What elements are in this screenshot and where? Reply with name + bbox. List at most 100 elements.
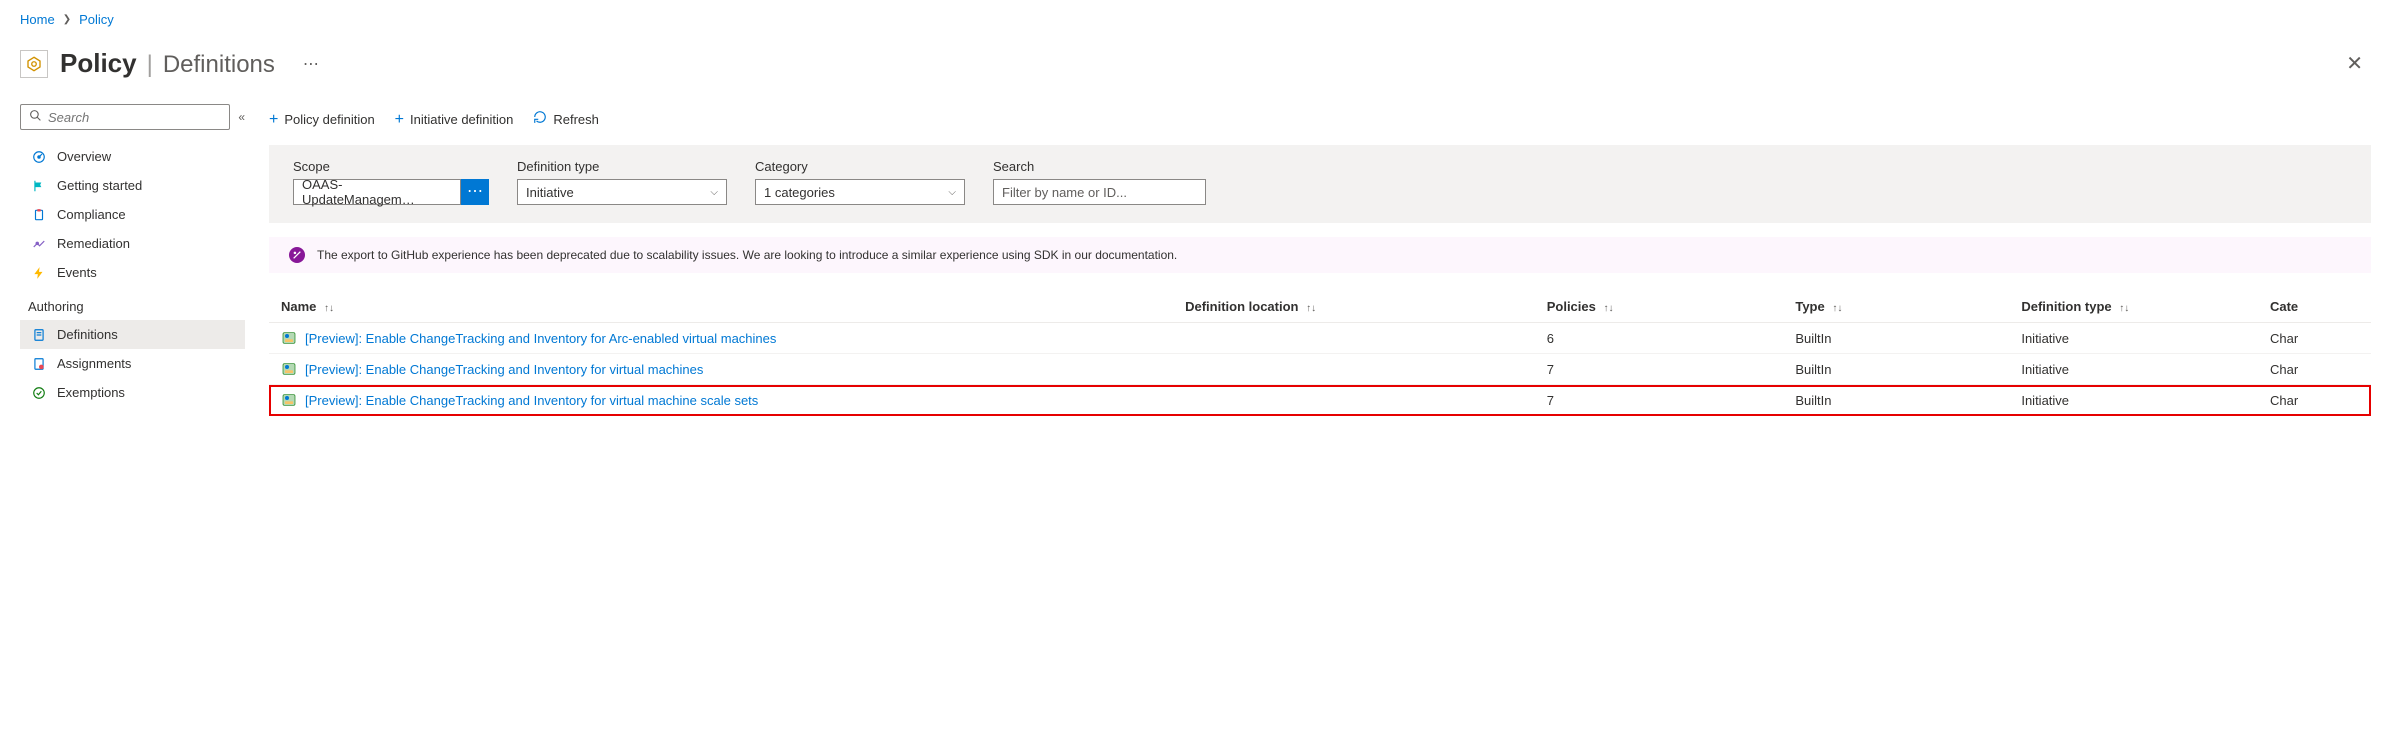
definition-type-selector[interactable]: Initiative ⌵ bbox=[517, 179, 727, 205]
sidebar-item-compliance[interactable]: Compliance bbox=[20, 200, 245, 229]
sidebar-item-definitions[interactable]: Definitions bbox=[20, 320, 245, 349]
table-row[interactable]: [Preview]: Enable ChangeTracking and Inv… bbox=[269, 323, 2371, 354]
breadcrumb-home[interactable]: Home bbox=[20, 12, 55, 27]
sidebar: « Overview Getting started Compliance bbox=[20, 104, 245, 416]
definition-name-link[interactable]: [Preview]: Enable ChangeTracking and Inv… bbox=[305, 331, 776, 346]
filter-deftype-label: Definition type bbox=[517, 159, 727, 174]
sidebar-search[interactable] bbox=[20, 104, 230, 130]
toolbar: + Policy definition + Initiative definit… bbox=[269, 104, 2371, 145]
banner-text: The export to GitHub experience has been… bbox=[317, 248, 1177, 262]
chevron-right-icon: ❯ bbox=[63, 14, 71, 25]
toolbar-label: Initiative definition bbox=[410, 112, 513, 127]
scope-selector[interactable]: OAAS-UpdateManagem… bbox=[293, 179, 461, 205]
cell-deftype: Initiative bbox=[2009, 385, 2258, 416]
sort-icon: ↑↓ bbox=[1832, 303, 1842, 314]
filter-scope-label: Scope bbox=[293, 159, 489, 174]
sort-icon: ↑↓ bbox=[1306, 303, 1316, 314]
filter-category-label: Category bbox=[755, 159, 965, 174]
cell-location bbox=[1173, 385, 1535, 416]
sidebar-item-label: Exemptions bbox=[57, 385, 125, 400]
column-header-location[interactable]: Definition location ↑↓ bbox=[1173, 291, 1535, 323]
category-selector[interactable]: 1 categories ⌵ bbox=[755, 179, 965, 205]
cell-location bbox=[1173, 354, 1535, 385]
sidebar-item-label: Assignments bbox=[57, 356, 131, 371]
cell-type: BuiltIn bbox=[1783, 323, 2009, 354]
cell-location bbox=[1173, 323, 1535, 354]
initiative-icon bbox=[281, 330, 297, 346]
sidebar-item-label: Remediation bbox=[57, 236, 130, 251]
cell-policies: 6 bbox=[1535, 323, 1784, 354]
sidebar-item-overview[interactable]: Overview bbox=[20, 142, 245, 171]
filter-bar: Scope OAAS-UpdateManagem… ⋯ Definition t… bbox=[269, 145, 2371, 223]
cell-policies: 7 bbox=[1535, 385, 1784, 416]
table-row[interactable]: [Preview]: Enable ChangeTracking and Inv… bbox=[269, 354, 2371, 385]
plus-icon: + bbox=[269, 111, 278, 129]
scope-picker-button[interactable]: ⋯ bbox=[461, 179, 489, 205]
sidebar-item-assignments[interactable]: Assignments bbox=[20, 349, 245, 378]
more-actions-button[interactable]: ⋯ bbox=[303, 54, 320, 74]
assignments-icon bbox=[31, 357, 47, 371]
definition-name-link[interactable]: [Preview]: Enable ChangeTracking and Inv… bbox=[305, 362, 703, 377]
initiative-icon bbox=[281, 361, 297, 377]
dashboard-icon bbox=[31, 150, 47, 164]
collapse-sidebar-button[interactable]: « bbox=[238, 110, 245, 124]
chevron-down-icon: ⌵ bbox=[710, 187, 718, 198]
scope-value: OAAS-UpdateManagem… bbox=[302, 177, 452, 207]
add-initiative-definition-button[interactable]: + Initiative definition bbox=[395, 111, 514, 129]
definition-name-link[interactable]: [Preview]: Enable ChangeTracking and Inv… bbox=[305, 393, 758, 408]
refresh-icon bbox=[533, 110, 547, 129]
cell-category: Char bbox=[2258, 354, 2371, 385]
chevron-down-icon: ⌵ bbox=[948, 187, 956, 198]
search-icon bbox=[29, 109, 42, 125]
cell-deftype: Initiative bbox=[2009, 354, 2258, 385]
table-row[interactable]: [Preview]: Enable ChangeTracking and Inv… bbox=[269, 385, 2371, 416]
clipboard-icon bbox=[31, 208, 47, 222]
cell-policies: 7 bbox=[1535, 354, 1784, 385]
sidebar-item-label: Overview bbox=[57, 149, 111, 164]
column-header-category[interactable]: Cate bbox=[2258, 291, 2371, 323]
remediation-icon bbox=[31, 237, 47, 251]
breadcrumb: Home ❯ Policy bbox=[20, 12, 2371, 27]
add-policy-definition-button[interactable]: + Policy definition bbox=[269, 111, 375, 129]
column-header-policies[interactable]: Policies ↑↓ bbox=[1535, 291, 1784, 323]
category-value: 1 categories bbox=[764, 185, 835, 200]
page-title-sep: | bbox=[147, 51, 153, 79]
plus-icon: + bbox=[395, 111, 404, 129]
sort-icon: ↑↓ bbox=[2119, 303, 2129, 314]
ellipsis-icon: ⋯ bbox=[467, 184, 483, 200]
sort-icon: ↑↓ bbox=[1603, 303, 1613, 314]
initiative-icon bbox=[281, 392, 297, 408]
cell-type: BuiltIn bbox=[1783, 354, 2009, 385]
filter-search-input[interactable] bbox=[1002, 185, 1197, 200]
sidebar-item-getting-started[interactable]: Getting started bbox=[20, 171, 245, 200]
sidebar-item-exemptions[interactable]: Exemptions bbox=[20, 378, 245, 407]
filter-search-box[interactable] bbox=[993, 179, 1206, 205]
sidebar-item-remediation[interactable]: Remediation bbox=[20, 229, 245, 258]
cell-type: BuiltIn bbox=[1783, 385, 2009, 416]
info-icon bbox=[289, 247, 305, 263]
close-button[interactable]: ✕ bbox=[2338, 47, 2371, 80]
sidebar-section-authoring: Authoring bbox=[20, 287, 245, 320]
toolbar-label: Refresh bbox=[553, 112, 599, 127]
sort-icon: ↑↓ bbox=[324, 303, 334, 314]
sidebar-search-input[interactable] bbox=[48, 110, 221, 125]
deftype-value: Initiative bbox=[526, 185, 574, 200]
cell-category: Char bbox=[2258, 385, 2371, 416]
page-title-main: Policy bbox=[60, 48, 137, 79]
page-title-sub: Definitions bbox=[163, 51, 275, 79]
cell-deftype: Initiative bbox=[2009, 323, 2258, 354]
breadcrumb-policy[interactable]: Policy bbox=[79, 12, 114, 27]
refresh-button[interactable]: Refresh bbox=[533, 110, 599, 129]
column-header-type[interactable]: Type ↑↓ bbox=[1783, 291, 2009, 323]
sidebar-item-label: Getting started bbox=[57, 178, 142, 193]
sidebar-item-label: Events bbox=[57, 265, 97, 280]
column-header-deftype[interactable]: Definition type ↑↓ bbox=[2009, 291, 2258, 323]
definitions-icon bbox=[31, 328, 47, 342]
info-banner: The export to GitHub experience has been… bbox=[269, 237, 2371, 273]
sidebar-item-events[interactable]: Events bbox=[20, 258, 245, 287]
column-header-name[interactable]: Name ↑↓ bbox=[269, 291, 1173, 323]
cell-category: Char bbox=[2258, 323, 2371, 354]
sidebar-item-label: Compliance bbox=[57, 207, 126, 222]
filter-search-label: Search bbox=[993, 159, 1206, 174]
definitions-table: Name ↑↓ Definition location ↑↓ Policies … bbox=[269, 291, 2371, 416]
